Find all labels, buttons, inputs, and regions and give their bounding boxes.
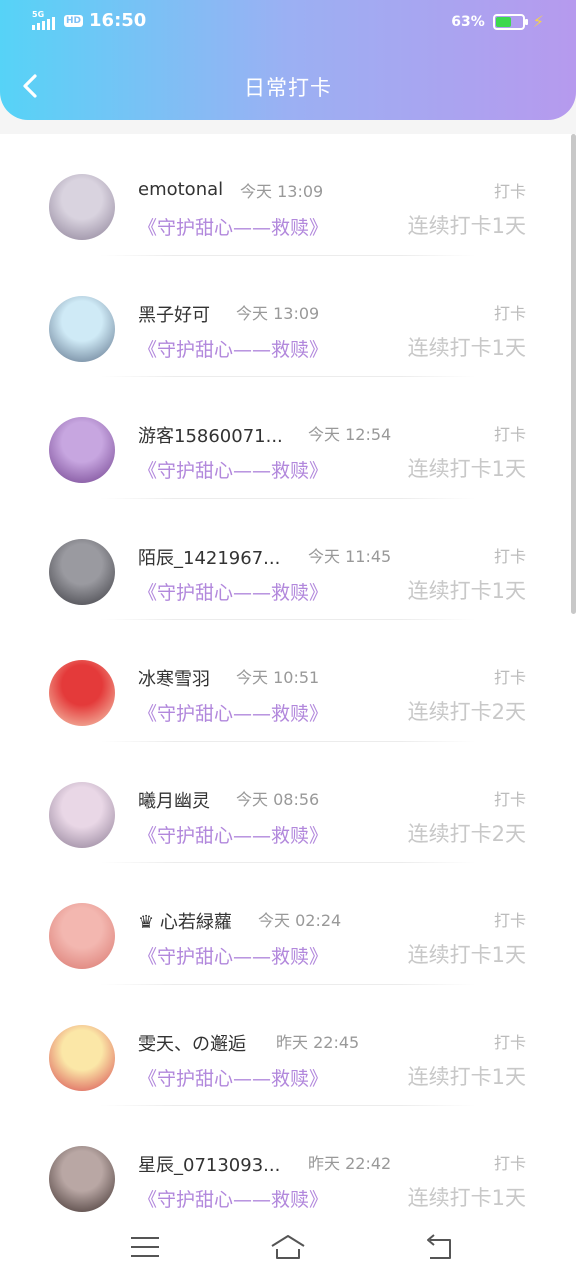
user-name: 陌辰_1421967...: [138, 547, 281, 569]
checkin-tag: 打卡: [493, 546, 526, 566]
book-title[interactable]: 《守护甜心——救赎》: [138, 821, 328, 848]
checkin-time: 昨天 22:45: [276, 1032, 360, 1052]
book-title[interactable]: 《守护甜心——救赎》: [138, 456, 328, 483]
system-nav-bar: [0, 1214, 576, 1280]
book-title[interactable]: 《守护甜心——救赎》: [138, 1185, 328, 1212]
book-title[interactable]: 《守护甜心——救赎》: [138, 1064, 328, 1091]
streak-count: 连续打卡1天: [407, 943, 526, 967]
user-name: 冰寒雪羽: [138, 669, 210, 690]
book-title[interactable]: 《守护甜心——救赎》: [138, 335, 328, 362]
book-title[interactable]: 《守护甜心——救赎》: [138, 942, 328, 969]
checkin-time: 今天 08:56: [236, 789, 320, 809]
streak-count: 连续打卡2天: [407, 700, 526, 724]
streak-count: 连续打卡1天: [407, 578, 526, 603]
checkin-time: 今天 10:51: [236, 668, 320, 687]
home-icon[interactable]: [268, 1232, 308, 1262]
list-item[interactable]: 雯天、の邂逅 昨天 22:45 打卡 《守护甜心——救赎》 连续打卡1天: [0, 985, 576, 1106]
checkin-list[interactable]: emotonal 今天 13:09 打卡 《守护甜心——救赎》 连续打卡1天 黑…: [0, 134, 576, 1214]
checkin-time: 昨天 22:42: [308, 1154, 392, 1173]
header: 5G HD 16:50 63% ⚡ 日常打卡: [0, 0, 576, 120]
charging-icon: ⚡: [532, 12, 544, 31]
avatar[interactable]: [49, 538, 115, 605]
book-title[interactable]: 《守护甜心——救赎》: [138, 699, 328, 726]
list-item[interactable]: 陌辰_1421967... 今天 11:45 打卡 《守护甜心——救赎》 连续打…: [0, 499, 576, 620]
streak-count: 连续打卡2天: [407, 821, 526, 846]
checkin-tag: 打卡: [493, 911, 526, 930]
user-name: 黑子好可: [138, 304, 210, 326]
user-name: 曦月幽灵: [138, 790, 210, 812]
battery-percent: 63%: [451, 13, 485, 30]
user-name: emotonal: [138, 179, 224, 200]
scrollbar[interactable]: [571, 134, 576, 614]
user-name: 雯天、の邂逅: [138, 1033, 246, 1055]
list-item[interactable]: 黑子好可 今天 13:09 打卡 《守护甜心——救赎》 连续打卡1天: [0, 256, 576, 377]
checkin-tag: 打卡: [493, 789, 526, 809]
book-title[interactable]: 《守护甜心——救赎》: [138, 213, 328, 240]
checkin-tag: 打卡: [493, 425, 526, 444]
avatar[interactable]: [49, 781, 115, 848]
list-item[interactable]: 冰寒雪羽 今天 10:51 打卡 《守护甜心——救赎》 连续打卡2天: [0, 620, 576, 742]
streak-count: 连续打卡1天: [407, 1064, 526, 1089]
streak-count: 连续打卡1天: [407, 457, 526, 481]
checkin-time: 今天 11:45: [308, 546, 392, 566]
checkin-tag: 打卡: [493, 1154, 526, 1173]
status-time: 16:50: [89, 10, 147, 31]
list-item[interactable]: ♛ 心若緑蘿 今天 02:24 打卡 《守护甜心——救赎》 连续打卡1天: [0, 863, 576, 985]
streak-count: 连续打卡1天: [407, 1186, 526, 1210]
avatar[interactable]: [49, 417, 115, 483]
streak-count: 连续打卡1天: [407, 335, 526, 360]
avatar[interactable]: [49, 1024, 115, 1091]
book-title[interactable]: 《守护甜心——救赎》: [138, 578, 328, 605]
menu-icon[interactable]: [125, 1232, 165, 1262]
battery-icon: [492, 13, 528, 30]
checkin-tag: 打卡: [493, 668, 526, 687]
signal-icon: 5G: [32, 10, 58, 30]
streak-count: 连续打卡1天: [407, 214, 526, 238]
page-title: 日常打卡: [244, 76, 332, 100]
list-item[interactable]: 游客15860071... 今天 12:54 打卡 《守护甜心——救赎》 连续打…: [0, 377, 576, 499]
checkin-tag: 打卡: [493, 1032, 526, 1052]
list-item[interactable]: 曦月幽灵 今天 08:56 打卡 《守护甜心——救赎》 连续打卡2天: [0, 742, 576, 863]
checkin-time: 今天 13:09: [240, 182, 324, 201]
checkin-tag: 打卡: [493, 303, 526, 323]
checkin-time: 今天 12:54: [308, 425, 392, 444]
checkin-time: 今天 13:09: [236, 303, 320, 323]
avatar[interactable]: [49, 295, 115, 362]
avatar[interactable]: [49, 660, 115, 726]
checkin-tag: 打卡: [493, 182, 526, 201]
avatar[interactable]: [49, 174, 115, 240]
list-item[interactable]: emotonal 今天 13:09 打卡 《守护甜心——救赎》 连续打卡1天: [0, 134, 576, 256]
status-bar: 5G HD 16:50 63% ⚡: [0, 0, 576, 44]
checkin-time: 今天 02:24: [258, 911, 342, 930]
hd-badge: HD: [64, 14, 84, 27]
user-name: 游客15860071...: [138, 426, 283, 447]
user-name: ♛ 心若緑蘿: [138, 912, 232, 933]
user-name: 星辰_0713093...: [138, 1155, 281, 1176]
return-icon[interactable]: [420, 1232, 460, 1262]
avatar[interactable]: [49, 1146, 115, 1212]
avatar[interactable]: [49, 903, 115, 969]
list-item[interactable]: 星辰_0713093... 昨天 22:42 打卡 《守护甜心——救赎》 连续打…: [0, 1106, 576, 1214]
